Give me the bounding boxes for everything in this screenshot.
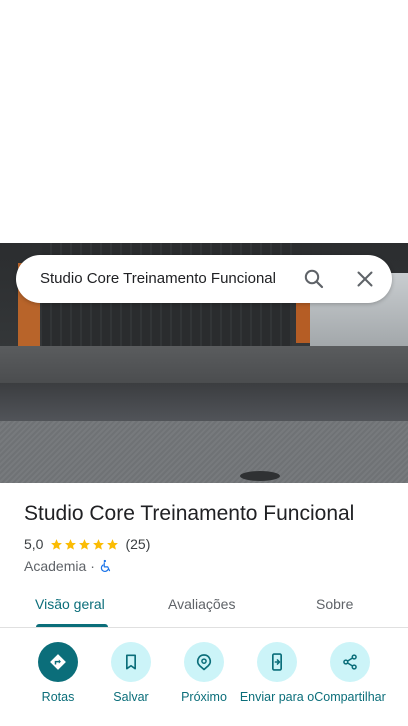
rating-row[interactable]: 5,0 (25) — [24, 534, 394, 554]
tab-about[interactable]: Sobre — [316, 596, 353, 612]
tab-bar: Visão geral Avaliações Sobre — [0, 588, 408, 628]
place-info: Studio Core Treinamento Funcional 5,0 (2… — [24, 500, 394, 576]
photo-sidewalk — [0, 346, 408, 386]
nearby-button[interactable]: Próximo — [166, 642, 242, 704]
share-button[interactable]: Compartilhar — [312, 642, 388, 704]
category-row: Academia · — [24, 556, 394, 576]
close-icon[interactable] — [353, 267, 377, 291]
send-to-phone-button[interactable]: Enviar para o — [239, 642, 315, 704]
bookmark-icon — [126, 654, 136, 670]
active-tab-indicator — [36, 624, 108, 627]
wheelchair-accessible-icon — [100, 559, 111, 572]
place-title: Studio Core Treinamento Funcional — [24, 502, 355, 525]
search-icon[interactable] — [302, 267, 326, 291]
share-label: Compartilhar — [314, 690, 386, 704]
send-to-phone-icon — [272, 653, 282, 671]
save-label: Salvar — [113, 690, 149, 704]
tab-overview[interactable]: Visão geral — [35, 596, 105, 612]
nearby-button-circle[interactable] — [184, 642, 224, 682]
directions-button-circle[interactable] — [38, 642, 78, 682]
send-to-phone-button-circle[interactable] — [257, 642, 297, 682]
action-bar: Rotas Salvar Próximo Enviar para o Compa… — [0, 642, 408, 726]
share-icon — [343, 654, 357, 670]
nearby-icon — [196, 654, 212, 671]
directions-button[interactable]: Rotas — [20, 642, 96, 704]
star-icon — [65, 538, 77, 550]
save-button[interactable]: Salvar — [93, 642, 169, 704]
top-blank-area — [0, 0, 408, 243]
save-button-circle[interactable] — [111, 642, 151, 682]
directions-icon — [50, 654, 66, 670]
photo-pothole — [240, 471, 280, 481]
photo-shadow — [0, 383, 408, 423]
star-icon — [79, 538, 91, 550]
separator-dot: · — [90, 558, 95, 574]
rating-value: 5,0 — [24, 536, 44, 552]
search-input[interactable]: Studio Core Treinamento Funcional — [40, 270, 276, 287]
place-category: Academia — [24, 558, 87, 574]
photo-road — [0, 421, 408, 483]
star-icon — [51, 538, 63, 550]
review-count[interactable]: (25) — [125, 536, 150, 552]
star-icon — [107, 538, 119, 550]
directions-label: Rotas — [41, 690, 75, 704]
tab-reviews[interactable]: Avaliações — [168, 596, 235, 612]
nearby-label: Próximo — [181, 690, 227, 704]
star-rating — [50, 538, 120, 551]
send-to-phone-label: Enviar para o — [239, 690, 315, 704]
share-button-circle[interactable] — [330, 642, 370, 682]
search-bar[interactable]: Studio Core Treinamento Funcional — [16, 255, 392, 303]
star-icon — [93, 538, 105, 550]
